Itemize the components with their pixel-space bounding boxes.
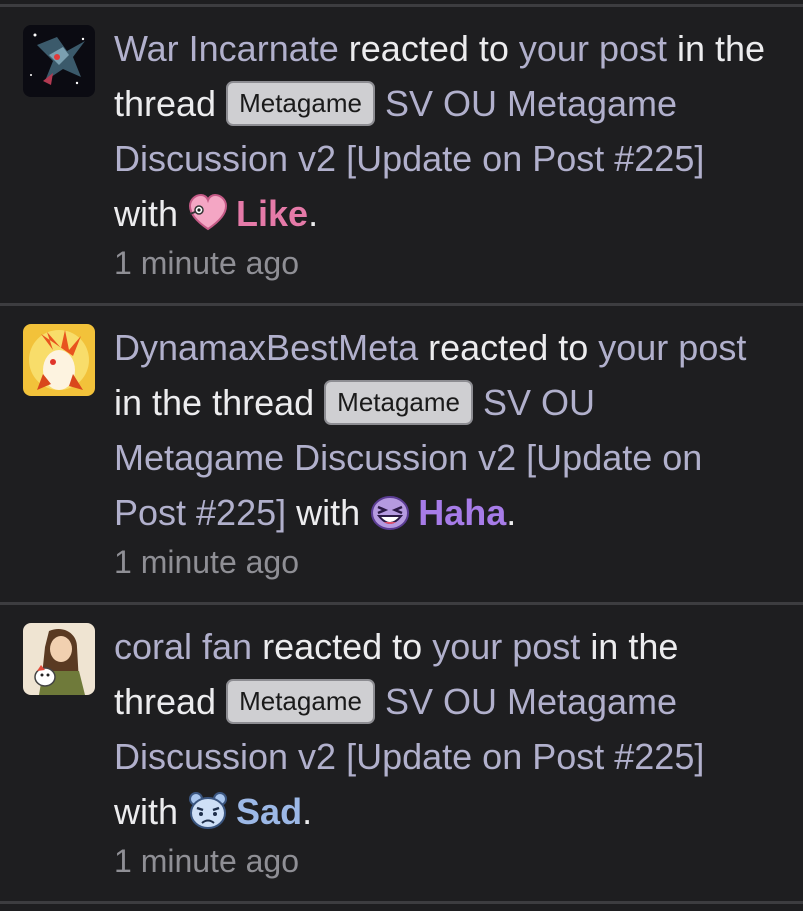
avatar[interactable] (23, 324, 95, 396)
alert-text: in the (590, 626, 679, 667)
avatar[interactable] (23, 25, 95, 97)
like-reaction-icon (189, 193, 228, 231)
alert-text: with (114, 193, 179, 234)
haha-reaction-icon (371, 496, 410, 530)
sad-reaction-icon (189, 792, 228, 829)
avatar[interactable] (23, 623, 95, 695)
thread-link[interactable]: SV OU Metagame (385, 681, 677, 722)
alert-text: reacted to (428, 327, 589, 368)
thread-prefix-label[interactable]: Metagame (324, 380, 474, 425)
reaction-name: Like (236, 193, 309, 234)
alert-item[interactable]: coral fan reacted to your post in the th… (0, 605, 803, 901)
thread-link[interactable]: Post #225] (114, 492, 286, 533)
user-link[interactable]: DynamaxBestMeta (114, 327, 418, 368)
alert-text: with (296, 492, 361, 533)
divider (0, 901, 803, 904)
thread-prefix-label[interactable]: Metagame (226, 679, 375, 724)
timestamp: 1 minute ago (114, 544, 300, 580)
thread-link[interactable]: Metagame Discussion v2 [Update on (114, 437, 702, 478)
post-link[interactable]: your post (432, 626, 580, 667)
alert-text: with (114, 791, 179, 832)
reaction-name: Sad (236, 791, 303, 832)
timestamp: 1 minute ago (114, 245, 300, 281)
alert-text: thread (114, 681, 217, 722)
user-link[interactable]: coral fan (114, 626, 252, 667)
post-link[interactable]: your post (598, 327, 746, 368)
alert-text: in the (677, 28, 766, 69)
alert-text: in the thread (114, 382, 315, 423)
thread-link[interactable]: Discussion v2 [Update on Post #225] (114, 736, 704, 777)
post-link[interactable]: your post (519, 28, 667, 69)
alert-text: reacted to (348, 28, 509, 69)
alert-item[interactable]: DynamaxBestMeta reacted to your post in … (0, 306, 803, 602)
thread-link[interactable]: SV OU Metagame (385, 83, 677, 124)
thread-link[interactable]: Discussion v2 [Update on Post #225] (114, 138, 704, 179)
thread-prefix-label[interactable]: Metagame (226, 81, 375, 126)
alert-text: thread (114, 83, 217, 124)
thread-link[interactable]: SV OU (483, 382, 595, 423)
reaction-name: Haha (418, 492, 507, 533)
user-link[interactable]: War Incarnate (114, 28, 339, 69)
timestamp: 1 minute ago (114, 843, 300, 879)
alert-text: reacted to (262, 626, 423, 667)
alert-item[interactable]: War Incarnate reacted to your post in th… (0, 7, 803, 303)
